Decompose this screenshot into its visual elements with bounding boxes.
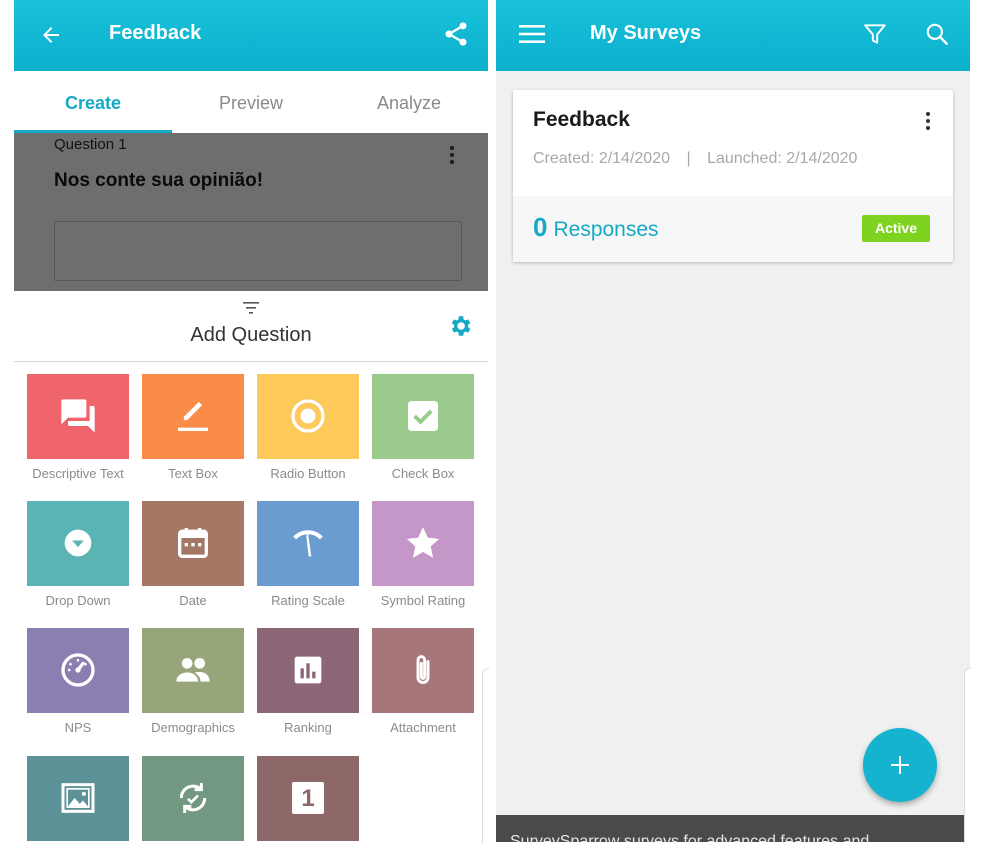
answer-text-field[interactable] [54, 221, 462, 281]
tile-drop-down[interactable] [27, 501, 129, 586]
tile-number[interactable]: 1 [257, 756, 359, 841]
tile-nps[interactable] [27, 628, 129, 713]
created-date: Created: 2/14/2020 [533, 150, 670, 167]
refresh-icon [179, 783, 207, 813]
tile-label: Symbol Rating [380, 593, 466, 608]
share-icon[interactable] [442, 20, 470, 48]
surveys-title: My Surveys [590, 22, 702, 44]
gear-icon[interactable] [447, 313, 473, 339]
tile-label: Descriptive Text [32, 466, 124, 481]
tile-rating-scale[interactable] [257, 501, 359, 586]
arrow-left-icon[interactable] [39, 23, 63, 47]
editor-tabs: Create Preview Analyze [14, 71, 488, 133]
bar-chart-icon [294, 656, 322, 684]
image-icon [61, 783, 95, 813]
tile-text-box[interactable] [142, 374, 244, 459]
radio-button-icon [291, 399, 325, 433]
snackbar-text: SurveySparrow surveys for advanced featu… [510, 833, 870, 842]
calendar-icon [178, 528, 208, 558]
star-icon [406, 527, 440, 558]
responses-label: Responses [553, 218, 659, 241]
search-icon[interactable] [924, 21, 950, 47]
question-number: Question 1 [54, 136, 127, 153]
date-separator: | [686, 150, 691, 167]
responses-link[interactable]: 0 Responses [533, 212, 659, 243]
survey-editor-screen: Feedback Create Preview Analyze Question… [14, 0, 488, 842]
add-survey-button[interactable] [863, 728, 937, 802]
my-surveys-screen: My Surveys Feedback Created: 2/14/2020 |… [496, 0, 970, 842]
tile-label: NPS [64, 720, 92, 735]
tile-label: Rating Scale [271, 593, 345, 608]
filter-icon[interactable] [862, 21, 888, 47]
tab-preview[interactable]: Preview [172, 71, 330, 133]
tile-label: Radio Button [270, 466, 346, 481]
survey-dates: Created: 2/14/2020 | Launched: 2/14/2020 [533, 150, 857, 168]
tile-label: Check Box [391, 466, 455, 481]
survey-more-icon[interactable] [926, 112, 930, 133]
surveys-app-bar: My Surveys [496, 0, 970, 71]
tile-symbol-rating[interactable] [372, 501, 474, 586]
tile-label: Text Box [168, 466, 218, 481]
hamburger-menu-icon[interactable] [519, 22, 545, 46]
tab-create[interactable]: Create [14, 71, 172, 133]
tile-label: Ranking [284, 720, 332, 735]
add-question-header: Add Question [14, 291, 488, 362]
tile-date[interactable] [142, 501, 244, 586]
checkbox-icon [408, 401, 438, 431]
tile-demographics[interactable] [142, 628, 244, 713]
status-badge: Active [862, 215, 930, 242]
chat-icon [61, 399, 95, 433]
survey-card-footer: 0 Responses Active [513, 196, 953, 262]
tile-label: Date [179, 593, 207, 608]
filter-lines-icon[interactable] [243, 301, 259, 315]
tile-ranking[interactable] [257, 628, 359, 713]
tile-attachment[interactable] [372, 628, 474, 713]
number-one-icon: 1 [292, 782, 324, 814]
launched-date: Launched: 2/14/2020 [707, 150, 858, 167]
question-more-icon[interactable] [450, 146, 454, 167]
plus-icon [891, 756, 909, 774]
question-card[interactable]: Question 1 Nos conte sua opinião! [14, 133, 488, 291]
speedometer-icon [61, 653, 95, 687]
paperclip-icon [416, 655, 430, 684]
edit-pen-icon [178, 401, 208, 431]
tab-analyze[interactable]: Analyze [330, 71, 488, 133]
gauge-needle-icon [293, 530, 323, 557]
tile-label: Demographics [151, 720, 235, 735]
tile-refresh[interactable] [142, 756, 244, 841]
add-question-title: Add Question [190, 324, 312, 346]
tile-radio-button[interactable] [257, 374, 359, 459]
question-text: Nos conte sua opinião! [54, 170, 264, 191]
survey-card[interactable]: Feedback Created: 2/14/2020 | Launched: … [513, 90, 953, 262]
snackbar: SurveySparrow surveys for advanced featu… [496, 815, 970, 842]
people-icon [176, 658, 210, 682]
tile-image[interactable] [27, 756, 129, 841]
tile-check-box[interactable] [372, 374, 474, 459]
responses-count: 0 [533, 212, 548, 242]
survey-title: Feedback [533, 108, 630, 131]
scroll-edge [964, 668, 971, 843]
tile-descriptive-text[interactable] [27, 374, 129, 459]
dropdown-icon [64, 529, 92, 557]
tile-label: Attachment [390, 720, 456, 735]
scroll-edge [482, 668, 489, 843]
editor-app-bar: Feedback [14, 0, 488, 71]
tile-label: Drop Down [45, 593, 111, 608]
editor-title: Feedback [109, 22, 202, 44]
